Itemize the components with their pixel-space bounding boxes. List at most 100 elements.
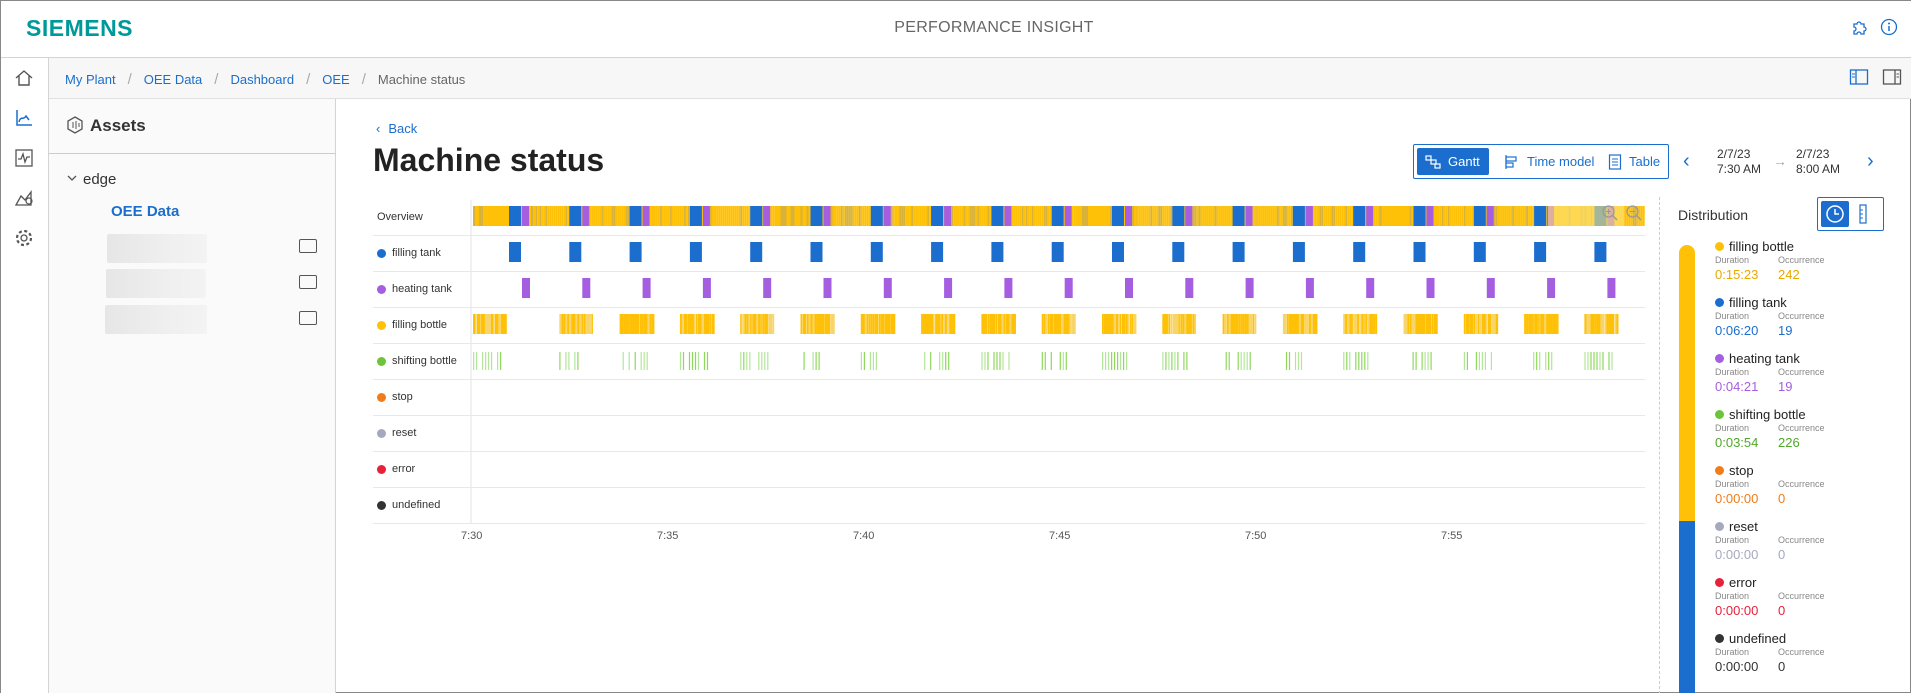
chevron-left-icon: ‹ <box>376 121 381 136</box>
gantt-row-label-text: error <box>392 463 416 475</box>
occurrence-label: Occurrence <box>1778 367 1825 377</box>
distribution-item[interactable]: reset Duration Occurrence 0:00:00 0 <box>1715 519 1910 571</box>
next-range-arrow-icon[interactable]: › <box>1867 150 1874 173</box>
breadcrumb-oee-data[interactable]: OEE Data <box>144 72 203 87</box>
home-icon[interactable] <box>13 67 35 89</box>
asset-config-icon[interactable] <box>299 239 317 253</box>
status-color-dot <box>377 392 386 402</box>
distribution-item-name: reset <box>1715 519 1758 534</box>
status-color-dot <box>1715 298 1724 307</box>
x-axis-tick-label: 7:45 <box>1049 530 1071 542</box>
distribution-item-label: undefined <box>1729 631 1787 646</box>
status-color-dot <box>1715 578 1724 587</box>
distribution-item-name: undefined <box>1715 631 1786 646</box>
distribution-item-label: stop <box>1729 463 1754 478</box>
breadcrumb-machine-status: Machine status <box>377 72 466 87</box>
status-color-dot <box>1715 242 1724 251</box>
distribution-item[interactable]: filling tank Duration Occurrence 0:06:20 19 <box>1715 295 1910 347</box>
breadcrumb-separator: / <box>306 71 311 88</box>
duration-label: Duration <box>1715 423 1750 433</box>
blurred-asset-item[interactable] <box>107 234 207 263</box>
occurrence-value: 19 <box>1778 379 1793 394</box>
arrow-right-icon: → <box>1773 153 1787 169</box>
distribution-item-label: heating tank <box>1729 351 1800 366</box>
distribution-item[interactable]: error Duration Occurrence 0:00:00 0 <box>1715 575 1910 627</box>
info-icon[interactable] <box>1880 18 1898 36</box>
distribution-item[interactable]: heating tank Duration Occurrence 0:04:21 19 <box>1715 351 1910 403</box>
view-table-button[interactable]: Table <box>1600 148 1666 175</box>
date-to-date: 2/7/23 <box>1796 147 1830 161</box>
view-table-label: Table <box>1629 154 1661 169</box>
tree-node-edge[interactable]: edge <box>83 171 116 188</box>
occurrence-value: 0 <box>1778 603 1786 618</box>
area-chart-icon[interactable] <box>13 187 35 209</box>
back-link[interactable]: ‹ Back <box>376 121 417 136</box>
assets-cube-icon <box>65 115 85 138</box>
puzzle-icon[interactable] <box>1851 18 1869 36</box>
gantt-row: stop <box>373 380 1645 416</box>
duration-value: 0:00:00 <box>1715 547 1759 562</box>
distribution-item[interactable]: stop Duration Occurrence 0:00:00 0 <box>1715 463 1910 515</box>
gantt-row-label-text: undefined <box>392 499 441 511</box>
duration-value: 0:03:54 <box>1715 435 1759 450</box>
status-color-dot <box>377 428 386 438</box>
distribution-item[interactable]: filling bottle Duration Occurrence 0:15:23 2… <box>1715 239 1910 291</box>
bar-view-button[interactable] <box>1856 203 1870 228</box>
distribution-bar-segment <box>1679 520 1695 693</box>
assets-panel: Assets edge OEE Data <box>49 99 336 693</box>
occurrence-label: Occurrence <box>1778 535 1825 545</box>
breadcrumb-my-plant[interactable]: My Plant <box>65 72 116 87</box>
distribution-item-label: shifting bottle <box>1729 407 1806 422</box>
gantt-chart: Overview filling tank heating tank filling… <box>373 200 1645 524</box>
date-from-date: 2/7/23 <box>1717 147 1751 161</box>
distribution-title: Distribution <box>1678 207 1749 223</box>
status-color-dot <box>377 464 386 474</box>
x-axis-tick-label: 7:35 <box>657 530 679 542</box>
monitor-pulse-icon[interactable] <box>13 147 35 169</box>
tree-node-oee-data[interactable]: OEE Data <box>111 203 179 220</box>
breadcrumb-dashboard[interactable]: Dashboard <box>230 72 294 87</box>
distribution-item-name: error <box>1715 575 1756 590</box>
status-color-dot <box>1715 410 1724 419</box>
gantt-row-label-text: heating tank <box>392 283 452 295</box>
date-from-time: 7:30 AM <box>1717 162 1762 176</box>
distribution-item[interactable]: shifting bottle Duration Occurrence 0:03:54… <box>1715 407 1910 459</box>
settings-gear-icon[interactable] <box>13 227 35 249</box>
asset-config-icon[interactable] <box>299 311 317 325</box>
occurrence-label: Occurrence <box>1778 591 1825 601</box>
pie-view-button[interactable] <box>1821 201 1849 227</box>
breadcrumb-separator: / <box>214 71 219 88</box>
chevron-down-icon[interactable] <box>66 171 78 187</box>
chart-analysis-icon[interactable] <box>13 107 35 129</box>
gantt-row: filling tank <box>373 236 1645 272</box>
previous-range-arrow-icon[interactable]: ‹ <box>1683 150 1690 173</box>
status-color-dot <box>377 284 386 294</box>
gantt-row: filling bottle <box>373 308 1645 344</box>
x-axis-tick-label: 7:55 <box>1441 530 1463 542</box>
distribution-stacked-bar <box>1679 245 1695 693</box>
page-title: Machine status <box>373 142 605 178</box>
view-gantt-button[interactable]: Gantt <box>1417 148 1489 175</box>
date-from[interactable]: 2/7/23 7:30 AM <box>1717 147 1761 177</box>
zoom-in-icon[interactable] <box>1601 204 1619 225</box>
distribution-item-name: filling bottle <box>1715 239 1794 254</box>
gantt-row-label-text: stop <box>392 391 413 403</box>
date-to[interactable]: 2/7/23 8:00 AM <box>1796 147 1840 177</box>
asset-config-icon[interactable] <box>299 275 317 289</box>
blurred-asset-item[interactable] <box>105 305 207 334</box>
bar-ruler-icon <box>1859 204 1867 224</box>
status-color-dot <box>1715 522 1724 531</box>
layout-right-panel-icon[interactable] <box>1882 68 1902 89</box>
breadcrumb-oee[interactable]: OEE <box>322 72 349 87</box>
gantt-row-overview: Overview <box>373 200 1645 236</box>
view-time-model-button[interactable]: Time model <box>1496 148 1596 175</box>
gantt-row-label: Overview <box>377 211 423 223</box>
nav-rail <box>1 58 49 693</box>
status-color-dot <box>377 320 386 330</box>
layout-left-panel-icon[interactable] <box>1849 68 1869 89</box>
status-color-dot <box>1715 466 1724 475</box>
zoom-out-icon[interactable] <box>1625 204 1643 225</box>
blurred-asset-item[interactable] <box>106 269 206 298</box>
gantt-row-label: heating tank <box>377 283 452 295</box>
distribution-item[interactable]: undefined Duration Occurrence 0:00:00 0 <box>1715 631 1910 683</box>
